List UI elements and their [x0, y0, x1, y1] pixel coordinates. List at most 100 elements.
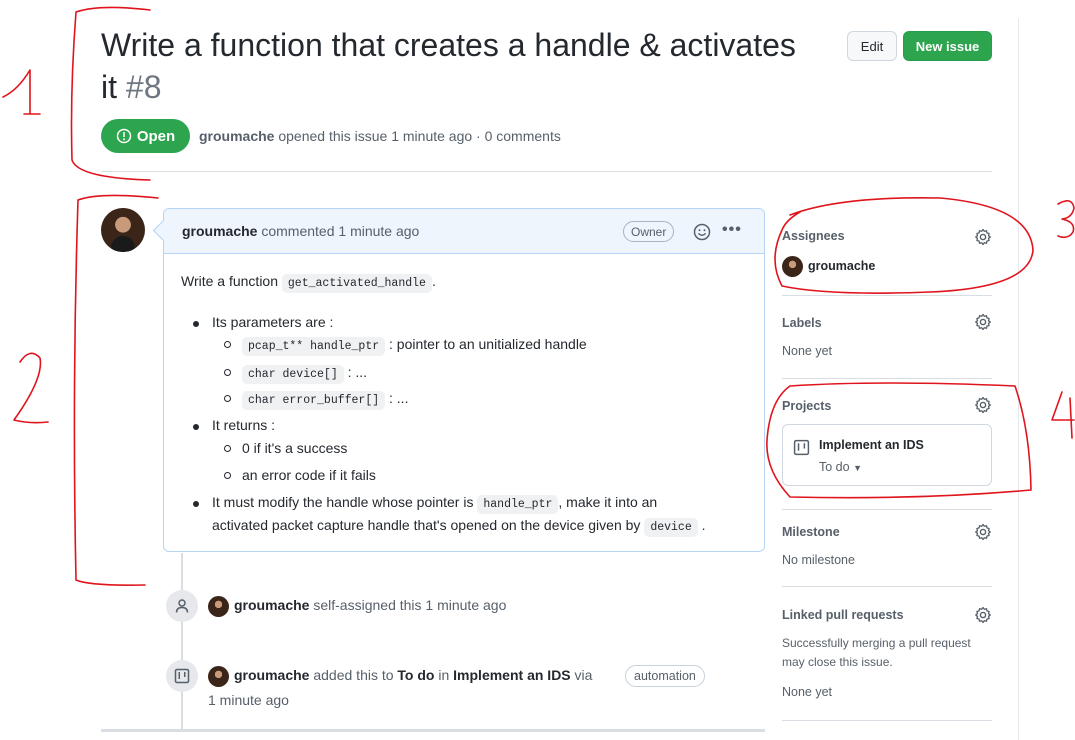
- timeline-end-divider: [101, 729, 765, 732]
- event-text: via: [574, 667, 593, 683]
- returns-label: It returns :: [212, 417, 276, 433]
- issue-number: #8: [125, 69, 162, 105]
- project-name-link[interactable]: Implement an IDS: [819, 438, 924, 452]
- project-column-label: To do: [819, 460, 850, 474]
- params-label: Its parameters are :: [212, 314, 334, 330]
- event-avatar[interactable]: [208, 596, 229, 617]
- milestone-heading[interactable]: Milestone: [782, 525, 840, 539]
- labels-value: None yet: [782, 344, 833, 358]
- issue-state-label: Open: [136, 127, 176, 145]
- person-icon: [175, 599, 189, 613]
- kebab-menu-icon[interactable]: •••: [722, 221, 742, 239]
- event-avatar[interactable]: [208, 666, 229, 687]
- comment-header: groumache commented 1 minute ago Owner •…: [164, 209, 764, 254]
- automation-badge: automation: [625, 665, 705, 687]
- header-divider: [101, 171, 992, 172]
- project-icon: [174, 668, 190, 684]
- intro-line: Write a function get_activated_handle.: [181, 273, 436, 293]
- annotation-digit-3-glyph: [1057, 200, 1075, 239]
- comment-author-avatar[interactable]: [101, 208, 145, 252]
- layout-divider: [1018, 18, 1019, 740]
- issue-opened-text: opened this issue 1 minute ago · 0 comme…: [278, 128, 561, 144]
- intro-text: Write a function: [181, 273, 279, 289]
- project-card[interactable]: Implement an IDS To do ▼: [782, 424, 992, 486]
- event-text: self-assigned this 1 minute ago: [313, 597, 507, 613]
- new-issue-button[interactable]: New issue: [903, 31, 992, 61]
- intro-period: .: [431, 273, 436, 289]
- issue-open-icon: [116, 128, 132, 144]
- issue-title: Write a function that creates a handle &…: [101, 24, 801, 108]
- assignee-name[interactable]: groumache: [808, 259, 875, 273]
- linked-prs-desc-1: Successfully merging a pull request: [782, 636, 971, 650]
- issue-page: Write a function that creates a handle &…: [0, 0, 1075, 740]
- issue-state-badge: Open: [101, 119, 190, 153]
- modify-text: It must modify the handle whose pointer …: [212, 494, 474, 510]
- modify-line2: activated packet capture handle that's o…: [212, 517, 706, 537]
- gear-icon[interactable]: [974, 396, 992, 414]
- param1-line: pcap_t** handle_ptr : pointer to an unit…: [242, 336, 587, 356]
- gear-icon[interactable]: [974, 523, 992, 541]
- gear-icon[interactable]: [974, 228, 992, 246]
- event-text: added this to: [313, 667, 394, 683]
- event-added-to-project: groumache added this to To do in Impleme…: [234, 667, 592, 683]
- code-device: device: [644, 518, 698, 537]
- sidebar-divider: [782, 586, 992, 587]
- sidebar-divider: [782, 378, 992, 379]
- edit-button[interactable]: Edit: [847, 31, 897, 61]
- annotation-digit-4-glyph: [1051, 391, 1075, 439]
- event-project-link[interactable]: Implement an IDS: [453, 667, 570, 683]
- code-param2: char device[]: [242, 365, 344, 384]
- project-column-dropdown[interactable]: To do ▼: [819, 460, 862, 474]
- project-board-icon: [793, 439, 810, 456]
- param3-desc: : ...: [389, 390, 409, 406]
- comment-timestamp: commented 1 minute ago: [261, 223, 420, 239]
- circle-bullet: [224, 369, 231, 376]
- add-reaction-icon[interactable]: [693, 223, 711, 241]
- sidebar-divider: [782, 295, 992, 296]
- issue-meta: groumache opened this issue 1 minute ago…: [199, 128, 561, 144]
- gear-icon[interactable]: [974, 313, 992, 331]
- linked-prs-value: None yet: [782, 685, 833, 699]
- circle-bullet: [224, 445, 231, 452]
- linked-prs-heading[interactable]: Linked pull requests: [782, 608, 904, 622]
- param3-line: char error_buffer[] : ...: [242, 390, 409, 410]
- code-param1: pcap_t** handle_ptr: [242, 337, 386, 356]
- param2-line: char device[] : ...: [242, 364, 367, 384]
- comment-author-link[interactable]: groumache: [182, 223, 257, 239]
- owner-badge: Owner: [623, 221, 675, 242]
- assignee-avatar[interactable]: [782, 256, 803, 277]
- issue-title-text: Write a function that creates a handle &…: [101, 27, 796, 105]
- event-user-link[interactable]: groumache: [234, 667, 309, 683]
- linked-prs-desc-2: may close this issue.: [782, 655, 893, 669]
- assignees-heading[interactable]: Assignees: [782, 229, 845, 243]
- circle-bullet: [224, 341, 231, 348]
- timeline-project-badge: [166, 660, 198, 692]
- annotation-bracket-2: [73, 194, 159, 586]
- projects-heading[interactable]: Projects: [782, 399, 831, 413]
- event-self-assigned: groumache self-assigned this 1 minute ag…: [234, 597, 506, 613]
- annotation-circle-3: [774, 197, 1034, 294]
- annotation-digit-1-glyph: [2, 69, 41, 115]
- event-user-link[interactable]: groumache: [234, 597, 309, 613]
- caret-down-icon: ▼: [853, 463, 862, 473]
- event-text: in: [438, 667, 450, 683]
- param1-desc: : pointer to an unitialized handle: [389, 336, 587, 352]
- issue-author-link[interactable]: groumache: [199, 128, 274, 144]
- bullet-dot: [193, 321, 199, 327]
- sidebar-divider: [782, 720, 992, 721]
- annotation-digit-2-glyph: [13, 352, 49, 424]
- circle-bullet: [224, 472, 231, 479]
- comment-byline: groumache commented 1 minute ago: [182, 223, 419, 239]
- modify-mid: , make it into an: [558, 494, 658, 510]
- timeline-track: [181, 553, 183, 730]
- sidebar-divider: [782, 509, 992, 510]
- bullet-dot: [193, 424, 199, 430]
- event-column-link[interactable]: To do: [397, 667, 434, 683]
- code-param3: char error_buffer[]: [242, 391, 386, 410]
- gear-icon[interactable]: [974, 606, 992, 624]
- issue-comment: groumache commented 1 minute ago Owner •…: [163, 208, 765, 552]
- return2: an error code if it fails: [242, 467, 376, 483]
- labels-heading[interactable]: Labels: [782, 316, 822, 330]
- return1: 0 if it's a success: [242, 440, 348, 456]
- modify-line1: It must modify the handle whose pointer …: [212, 494, 658, 514]
